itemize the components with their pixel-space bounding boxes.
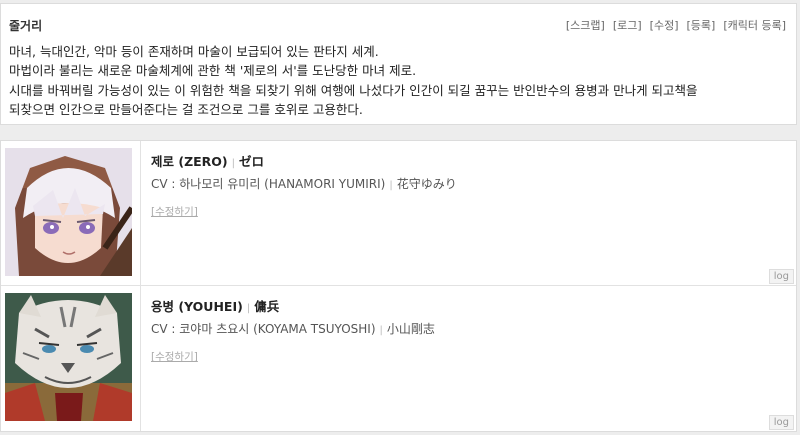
mercenary-portrait[interactable] <box>5 293 132 421</box>
character-list: 제로 (ZERO) | ゼロ CV : 하나모리 유미리 (HANAMORI YUM… <box>0 140 797 432</box>
voice-actor: CV : 코야마 츠요시 (KOYAMA TSUYOSHI) <box>151 322 376 336</box>
voice-actor-jp: 花守ゆみり <box>396 177 457 191</box>
voice-actor-jp: 小山剛志 <box>386 322 435 336</box>
synopsis-actions: [스크랩] [로그] [수정] [등록] [캐릭터 등록] <box>566 17 786 33</box>
synopsis-line: 시대를 바꿔버릴 가능성이 있는 이 위험한 책을 되찾기 위해 여행에 나섰다… <box>9 82 698 98</box>
edit-character-link[interactable]: [수정하기] <box>151 204 457 219</box>
synopsis-line: 되찾으면 인간으로 만들어준다는 걸 조건으로 그를 호위로 고용한다. <box>9 102 363 118</box>
synopsis-line: 마법이라 불리는 새로운 마술체계에 관한 책 '제로의 서'를 도난당한 마녀… <box>9 63 417 79</box>
portrait-cell <box>1 141 141 285</box>
character-row: 용병 (YOUHEI) | 傭兵 CV : 코야마 츠요시 (KOYAMA TSUY… <box>1 286 796 431</box>
zero-portrait[interactable] <box>5 148 132 276</box>
character-info: 제로 (ZERO) | ゼロ CV : 하나모리 유미리 (HANAMORI YUM… <box>151 151 457 219</box>
log-button[interactable]: log <box>768 415 794 430</box>
character-name-jp: ゼロ <box>239 154 265 169</box>
separator: | <box>246 303 251 314</box>
edit-link[interactable]: [수정] <box>650 17 679 33</box>
synopsis-line: 마녀, 늑대인간, 악마 등이 존재하며 마술이 보급되어 있는 판타지 세계. <box>9 44 379 59</box>
synopsis-text: 마녀, 늑대인간, 악마 등이 존재하며 마술이 보급되어 있는 판타지 세계.… <box>9 42 789 120</box>
synopsis-title: 줄거리 <box>9 19 43 33</box>
character-row: 제로 (ZERO) | ゼロ CV : 하나모리 유미리 (HANAMORI YUM… <box>1 141 796 286</box>
scrap-link[interactable]: [스크랩] <box>566 17 605 33</box>
edit-character-link[interactable]: [수정하기] <box>151 349 435 364</box>
character-name: 제로 (ZERO) <box>151 154 228 169</box>
character-info: 용병 (YOUHEI) | 傭兵 CV : 코야마 츠요시 (KOYAMA TSUY… <box>151 296 435 364</box>
log-button[interactable]: log <box>768 269 794 284</box>
synopsis-panel: 줄거리 [스크랩] [로그] [수정] [등록] [캐릭터 등록] 마녀, 늑대… <box>0 3 797 125</box>
character-name-jp: 傭兵 <box>254 299 280 314</box>
register-character-link[interactable]: [캐릭터 등록] <box>723 17 786 33</box>
register-link[interactable]: [등록] <box>686 17 715 33</box>
portrait-cell <box>1 286 141 431</box>
separator: | <box>379 325 383 336</box>
log-link[interactable]: [로그] <box>613 17 642 33</box>
character-name: 용병 (YOUHEI) <box>151 299 243 314</box>
separator: | <box>231 158 236 169</box>
separator: | <box>389 180 393 191</box>
voice-actor: CV : 하나모리 유미리 (HANAMORI YUMIRI) <box>151 177 386 191</box>
